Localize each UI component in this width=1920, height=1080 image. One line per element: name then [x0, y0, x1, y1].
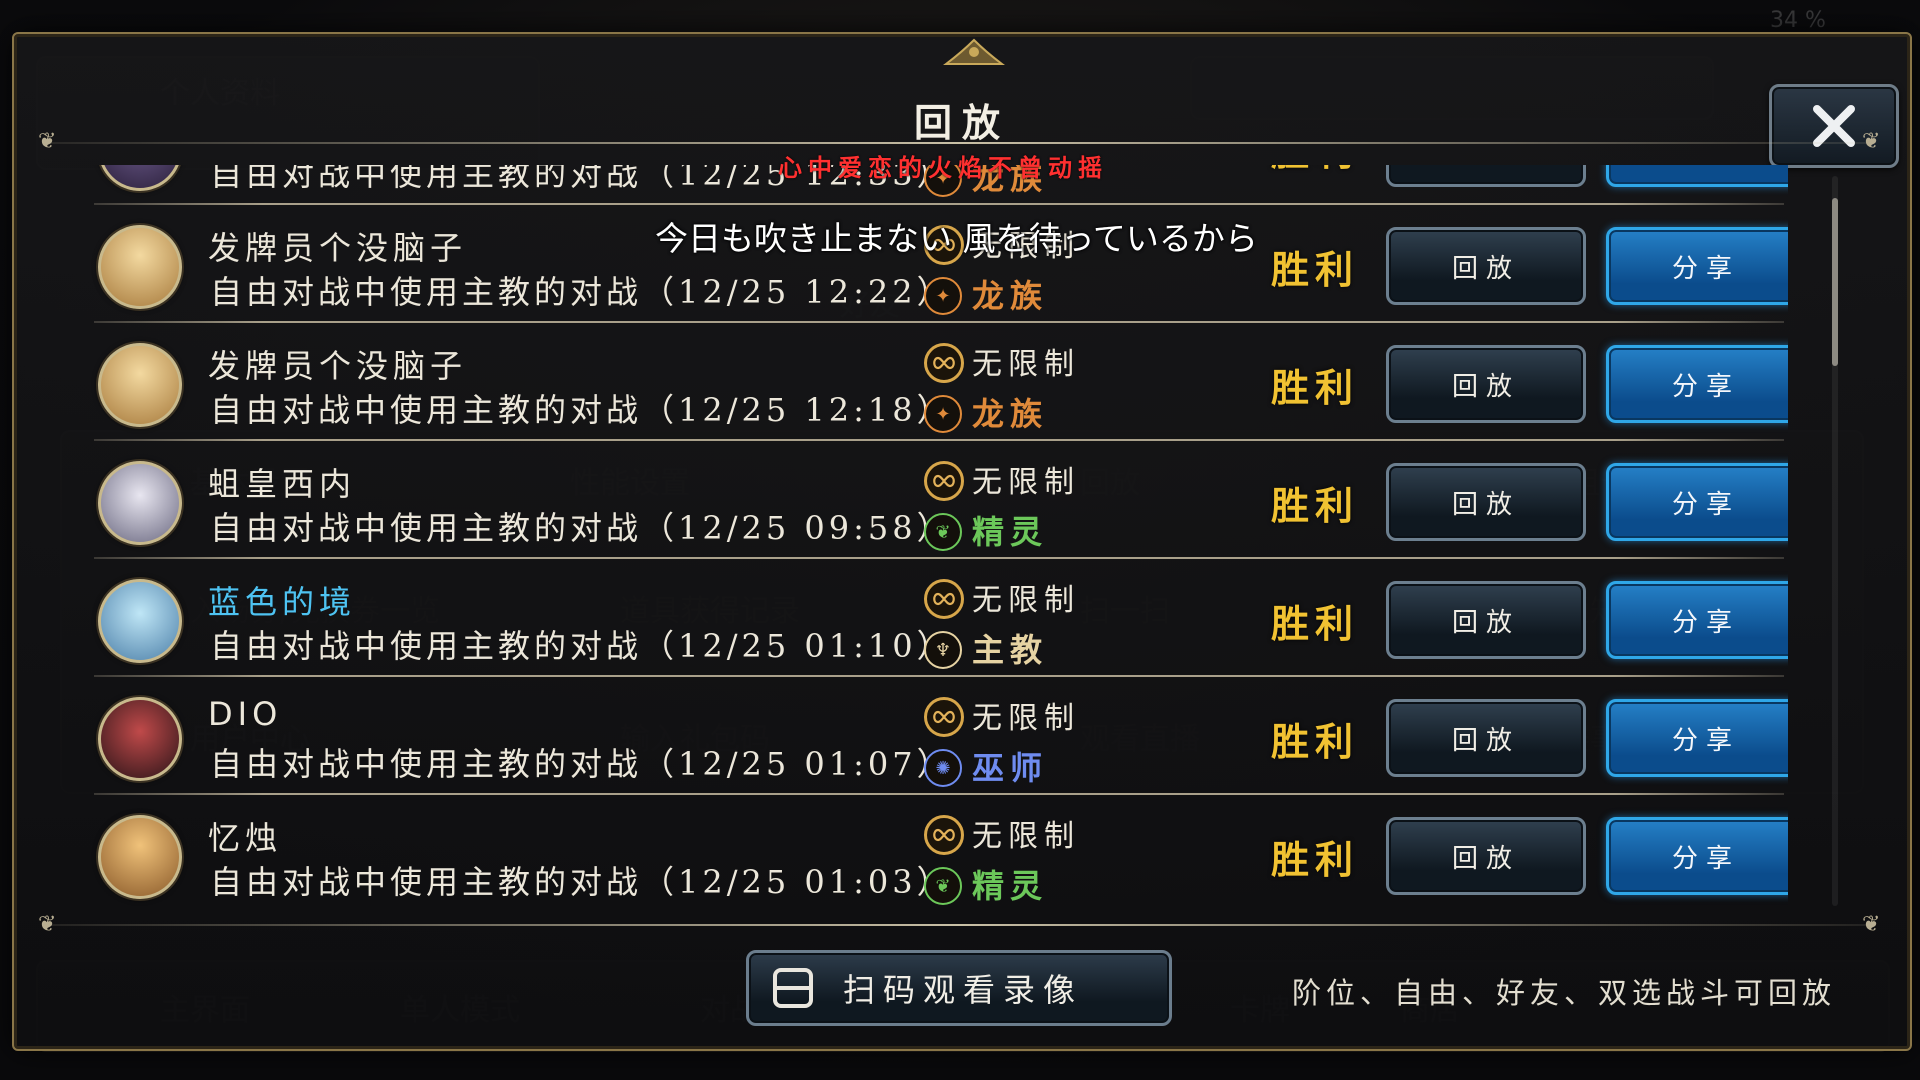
class-emblem-icon: ✦: [924, 277, 962, 315]
match-result: 胜利: [1271, 601, 1360, 646]
header-divider-flourish-left: ❦: [38, 129, 57, 154]
class-label: 龙族: [972, 395, 1049, 433]
replay-list[interactable]: 自由对战中使用主教的对战（12/25 12:33） ✦ 龙族 胜利 回放 分享 …: [88, 165, 1788, 910]
crest-ornament-icon: [943, 38, 1005, 65]
share-button[interactable]: 分享: [1606, 581, 1788, 659]
opponent-name: 忆烛: [208, 819, 283, 857]
replay-row: 蓝色的境 自由对战中使用主教的对战（12/25 01:10） 无限制 ♆ 主教 …: [88, 559, 1788, 677]
replay-row: DIO 自由对战中使用主教的对战（12/25 01:07） 无限制 ✺ 巫师 胜…: [88, 677, 1788, 795]
player-avatar: [98, 165, 182, 191]
format-label: 无限制: [972, 465, 1080, 500]
replay-button[interactable]: 回放: [1386, 227, 1586, 305]
header-divider: [44, 142, 1874, 144]
class-emblem-icon: ✺: [924, 749, 962, 787]
class-glyph: ❦: [935, 875, 951, 897]
player-avatar: [98, 461, 182, 545]
match-description: 自由对战中使用主教的对战（12/25 01:03）: [210, 863, 953, 901]
replay-button[interactable]: 回放: [1386, 581, 1586, 659]
match-description: 自由对战中使用主教的对战（12/25 01:07）: [210, 745, 953, 783]
share-button[interactable]: 分享: [1606, 345, 1788, 423]
format-label: 无限制: [972, 819, 1080, 854]
share-button[interactable]: 分享: [1606, 165, 1788, 187]
infinity-format-icon: [924, 461, 964, 501]
match-result: 胜利: [1271, 247, 1360, 292]
player-avatar: [98, 697, 182, 781]
match-description: 自由对战中使用主教的对战（12/25 12:18）: [210, 391, 953, 429]
class-label: 精灵: [972, 867, 1049, 905]
infinity-format-icon: [924, 579, 964, 619]
player-avatar: [98, 579, 182, 663]
scan-button-label: 扫码观看录像: [843, 971, 1084, 1009]
footer-divider-flourish-left: ❦: [38, 912, 57, 937]
match-result: 胜利: [1271, 483, 1360, 528]
scan-icon: [773, 968, 813, 1008]
player-avatar: [98, 225, 182, 309]
lyric-overlay-white: 今日も吹き止まない 風を待っているから: [655, 219, 1258, 258]
class-glyph: ✦: [935, 403, 951, 425]
class-emblem-icon: ❦: [924, 867, 962, 905]
format-label: 无限制: [972, 701, 1080, 736]
infinity-format-icon: [924, 343, 964, 383]
replay-button[interactable]: 回放: [1386, 699, 1586, 777]
class-label: 龙族: [972, 277, 1049, 315]
class-label: 精灵: [972, 513, 1049, 551]
share-button[interactable]: 分享: [1606, 227, 1788, 305]
match-description: 自由对战中使用主教的对战（12/25 12:22）: [210, 273, 953, 311]
match-result: 胜利: [1271, 165, 1359, 176]
lyric-overlay-red: 心中爱恋的火焰不曾动摇: [778, 154, 1108, 182]
battery-indicator: 34 %: [1770, 8, 1826, 33]
replay-row: 忆烛 自由对战中使用主教的对战（12/25 01:03） 无限制 ❦ 精灵 胜利…: [88, 795, 1788, 910]
class-glyph: ❦: [935, 521, 951, 543]
replay-button[interactable]: 回放: [1386, 345, 1586, 423]
replay-button[interactable]: 回放: [1386, 817, 1586, 895]
match-result: 胜利: [1271, 837, 1360, 882]
replay-button[interactable]: 回放: [1386, 165, 1586, 187]
match-result: 胜利: [1271, 365, 1360, 410]
dialog-title: 回放: [913, 100, 1010, 145]
opponent-name: 蛆皇西内: [208, 465, 357, 503]
player-avatar: [98, 343, 182, 427]
replay-row: 蛆皇西内 自由对战中使用主教的对战（12/25 09:58） 无限制 ❦ 精灵 …: [88, 441, 1788, 559]
format-label: 无限制: [972, 347, 1080, 382]
opponent-name: DIO: [208, 695, 283, 733]
infinity-format-icon: [924, 697, 964, 737]
replay-button[interactable]: 回放: [1386, 463, 1586, 541]
class-emblem-icon: ♆: [924, 631, 962, 669]
close-button[interactable]: [1769, 84, 1899, 168]
class-label: 巫师: [972, 749, 1049, 787]
opponent-name: 蓝色的境: [208, 583, 357, 621]
share-button[interactable]: 分享: [1606, 463, 1788, 541]
class-emblem-icon: ✦: [924, 395, 962, 433]
replay-row: 发牌员个没脑子 自由对战中使用主教的对战（12/25 12:18） 无限制 ✦ …: [88, 323, 1788, 441]
replay-availability-note: 阶位、自由、好友、双选战斗可回放: [1292, 976, 1837, 1010]
match-result: 胜利: [1271, 719, 1360, 764]
format-label: 无限制: [972, 583, 1080, 618]
class-emblem-icon: ❦: [924, 513, 962, 551]
share-button[interactable]: 分享: [1606, 817, 1788, 895]
match-description: 自由对战中使用主教的对战（12/25 01:10）: [210, 627, 953, 665]
footer-divider: [44, 924, 1874, 926]
opponent-name: 发牌员个没脑子: [208, 347, 468, 385]
class-label: 主教: [972, 631, 1049, 669]
list-scrollbar[interactable]: [1832, 176, 1838, 906]
opponent-name: 发牌员个没脑子: [208, 229, 468, 267]
class-glyph: ♆: [934, 639, 952, 661]
class-glyph: ✦: [935, 285, 951, 307]
scrollbar-thumb[interactable]: [1832, 198, 1838, 366]
player-avatar: [98, 815, 182, 899]
share-button[interactable]: 分享: [1606, 699, 1788, 777]
infinity-format-icon: [924, 815, 964, 855]
header-divider-flourish-right: ❦: [1862, 129, 1881, 154]
scan-qr-button[interactable]: 扫码观看录像: [746, 950, 1172, 1026]
footer-divider-flourish-right: ❦: [1862, 912, 1881, 937]
class-glyph: ✺: [935, 757, 951, 779]
match-description: 自由对战中使用主教的对战（12/25 09:58）: [210, 509, 953, 547]
